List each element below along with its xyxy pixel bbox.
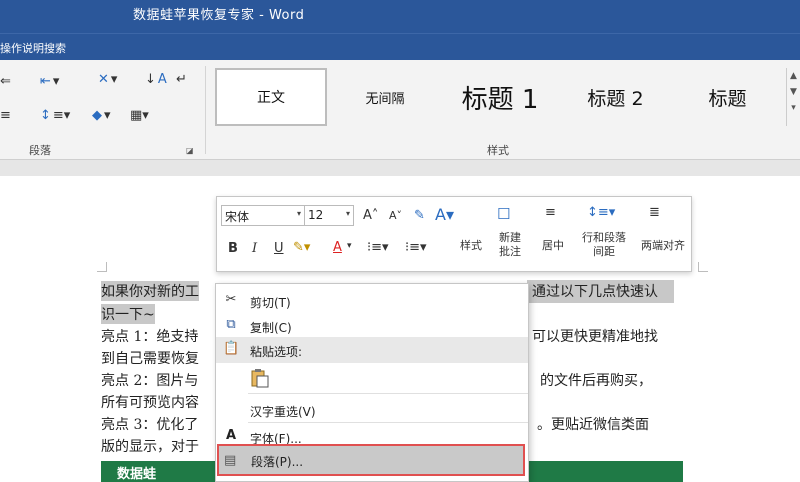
styles-label: 样式 xyxy=(460,239,482,252)
doc-line[interactable]: 亮点 1：绝支持 xyxy=(101,326,198,346)
paste-icon: 📋 xyxy=(223,341,240,356)
menu-item-paste-options: 📋 粘贴选项: xyxy=(216,337,528,363)
doc-line[interactable]: 亮点 3：优化了 xyxy=(101,414,198,434)
style-heading-1[interactable]: 标题 1 xyxy=(445,68,555,126)
chinese-layout-icon[interactable]: ✕ ▾ xyxy=(98,72,117,87)
ribbon: ⇐ ⇤ ▾ ✕ ▾ ↓ A ↵ ≡ ↕ ≡▾ ◆ ▾ ▦▾ 段落 ◪ 正文 无间隔 标题 … xyxy=(0,60,800,160)
shading-icon[interactable]: ◆ ▾ xyxy=(92,108,111,123)
doc-line[interactable]: 识一下~ xyxy=(101,304,155,324)
styles-icon[interactable]: A▾ xyxy=(435,205,454,224)
center-label: 居中 xyxy=(542,239,564,252)
menu-divider xyxy=(248,422,528,423)
menu-item-copy[interactable]: ⧉ 复制(C) xyxy=(216,313,528,339)
font-name-value: 宋体 xyxy=(225,210,250,224)
chevron-down-icon: ▾ xyxy=(296,209,301,218)
doc-line[interactable]: 。更贴近微信类面 xyxy=(537,414,649,434)
menu-item-label: 段落(P)... xyxy=(251,455,304,469)
grow-font-icon[interactable]: A˄ xyxy=(363,208,378,223)
shrink-font-icon[interactable]: A˅ xyxy=(389,209,402,222)
chevron-down-icon[interactable]: ▾ xyxy=(347,241,352,251)
tell-me-search[interactable]: 操作说明搜索 xyxy=(0,40,66,56)
doc-line[interactable]: 所有可预览内容 xyxy=(101,392,199,412)
window-title: 数据蛙苹果恢复专家 - Word xyxy=(133,8,305,23)
doc-line[interactable]: 可以更快更精准地找 xyxy=(532,326,658,346)
line-spacing-label: 行和段落间距 xyxy=(582,231,626,258)
show-marks-icon[interactable]: ↵ xyxy=(176,72,187,87)
italic-button[interactable]: I xyxy=(252,241,257,256)
tell-me-bar: 操作说明搜索 xyxy=(0,33,800,60)
font-size-value: 12 xyxy=(308,208,324,222)
style-heading-2-label: 标题 2 xyxy=(587,87,644,110)
numbering-icon[interactable]: ⁝≡▾ xyxy=(405,240,427,255)
style-heading-2[interactable]: 标题 2 xyxy=(568,68,663,126)
margin-mark xyxy=(698,262,708,272)
menu-item-label: 剪切(T) xyxy=(250,296,291,310)
menu-item-reconvert[interactable]: 汉字重选(V) xyxy=(216,397,528,423)
style-title[interactable]: 标题 xyxy=(680,68,775,126)
format-painter-icon[interactable]: ✎ xyxy=(414,208,425,223)
paragraph-dialog-launcher-icon[interactable]: ◪ xyxy=(186,146,194,155)
font-color-button[interactable]: A xyxy=(333,240,342,255)
mini-toolbar: 宋体 ▾ 12 ▾ A˄ A˅ ✎ A▾ ☐ ≡ ↕≡▾ ≣ B I U ✎▾ … xyxy=(216,196,692,272)
styles-scroll[interactable]: ▲ ▼ ▾ xyxy=(786,68,800,126)
center-icon[interactable]: ≡ xyxy=(545,205,556,220)
scissors-icon: ✂ xyxy=(225,292,237,307)
borders-icon[interactable]: ▦▾ xyxy=(130,108,149,123)
style-no-spacing-label: 无间隔 xyxy=(365,91,405,107)
copy-icon: ⧉ xyxy=(226,317,236,332)
menu-item-label: 粘贴选项: xyxy=(250,345,303,359)
doc-line[interactable]: 版的显示，对于 xyxy=(101,436,199,456)
menu-item-label: 汉字重选(V) xyxy=(250,405,316,419)
margin-mark xyxy=(97,262,107,272)
menu-divider xyxy=(248,393,528,394)
menu-item-paragraph[interactable]: ▤ 段落(P)... xyxy=(217,444,525,476)
doc-line[interactable]: 如果你对新的工 xyxy=(101,281,199,301)
highlight-icon[interactable]: ✎▾ xyxy=(293,240,310,255)
paste-keep-text-icon[interactable] xyxy=(251,368,269,388)
menu-item-label: 复制(C) xyxy=(250,321,292,335)
underline-button[interactable]: U xyxy=(274,241,284,256)
paragraph-group-label: 段落 xyxy=(29,144,51,157)
menu-item-cut[interactable]: ✂ 剪切(T) xyxy=(216,288,528,314)
banner-text: 数据蛙 xyxy=(117,467,157,482)
bold-button[interactable]: B xyxy=(228,241,238,256)
style-normal-label: 正文 xyxy=(257,90,285,106)
sort-icon[interactable]: ↓ A xyxy=(145,72,167,87)
justify-label: 两端对齐 xyxy=(641,239,685,252)
font-icon: A xyxy=(225,428,237,443)
decrease-indent-icon[interactable]: ⇐ xyxy=(0,74,11,89)
doc-line[interactable]: 到自己需要恢复 xyxy=(101,348,199,368)
line-spacing-icon[interactable]: ↕≡▾ xyxy=(40,108,70,123)
style-normal[interactable]: 正文 xyxy=(215,68,327,126)
doc-line[interactable]: 通过以下几点快速认 xyxy=(532,281,658,301)
group-separator xyxy=(205,66,206,154)
grow-font-label: A xyxy=(363,208,372,223)
style-heading-1-label: 标题 1 xyxy=(461,84,539,115)
bullets-icon[interactable]: ⁝≡▾ xyxy=(367,240,389,255)
new-comment-label: 新建批注 xyxy=(499,231,521,258)
shrink-font-label: A xyxy=(389,209,397,222)
title-bar: 数据蛙苹果恢复专家 - Word xyxy=(0,0,800,33)
doc-line[interactable]: 亮点 2：图片与 xyxy=(101,370,198,390)
style-no-spacing[interactable]: 无间隔 xyxy=(340,68,430,126)
line-spacing-icon[interactable]: ↕≡▾ xyxy=(587,205,615,220)
font-name-box[interactable]: 宋体 ▾ xyxy=(221,205,305,226)
font-color-label: A xyxy=(333,240,342,255)
align-icon[interactable]: ≡ xyxy=(0,108,11,123)
justify-icon[interactable]: ≣ xyxy=(649,205,660,220)
paragraph-icon: ▤ xyxy=(224,453,237,468)
styles-group-label: 样式 xyxy=(487,144,509,157)
indent-icon[interactable]: ⇤ ▾ xyxy=(40,74,59,89)
font-size-box[interactable]: 12 ▾ xyxy=(304,205,354,226)
new-comment-icon[interactable]: ☐ xyxy=(497,205,510,223)
style-title-label: 标题 xyxy=(708,87,747,110)
chevron-down-icon: ▾ xyxy=(345,209,350,218)
doc-line[interactable]: 的文件后再购买， xyxy=(540,370,652,390)
